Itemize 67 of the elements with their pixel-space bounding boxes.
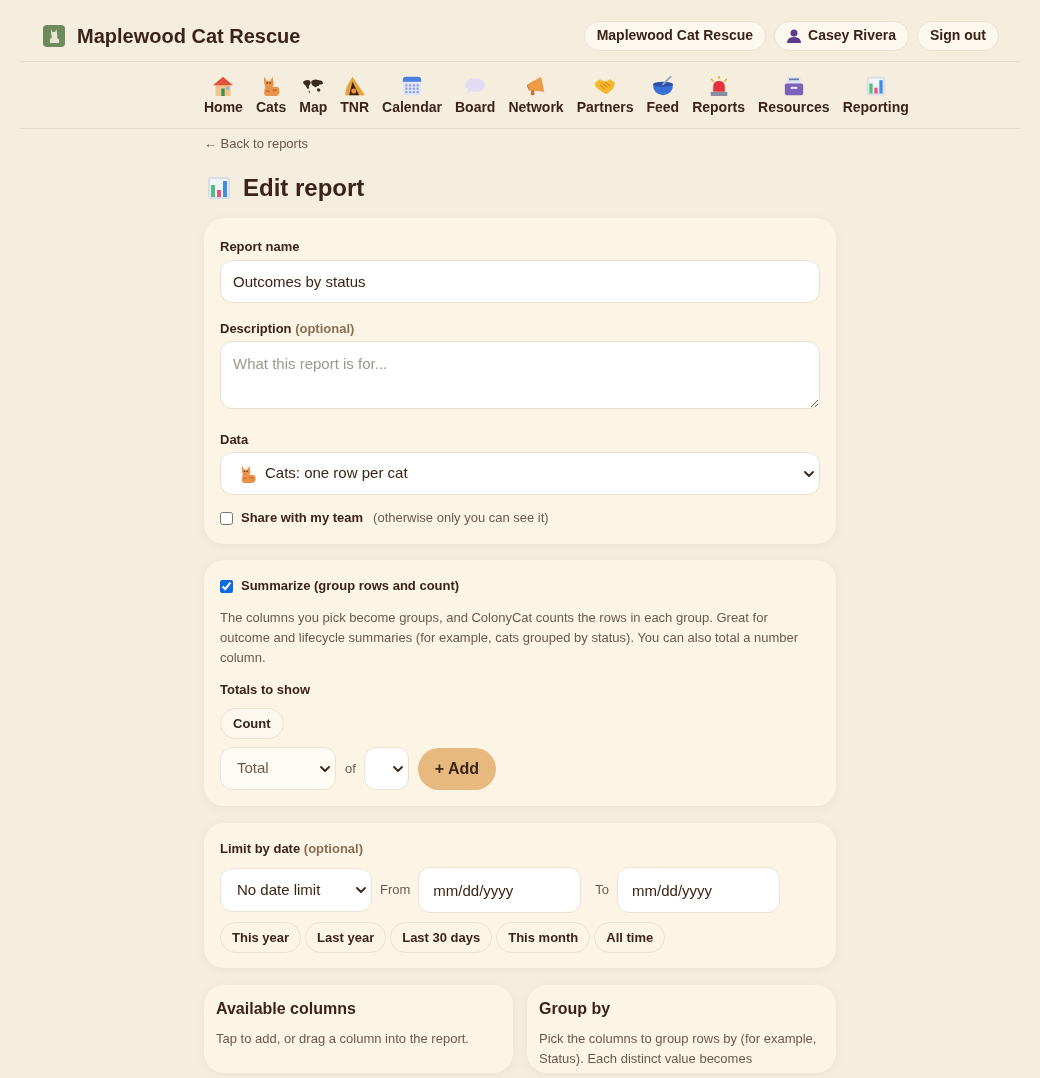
panel-description: Pick the columns to group rows by (for example, Status). Each distinct value becomes — [539, 1030, 818, 1068]
nav-item[interactable]: Home — [204, 75, 243, 117]
back-link[interactable]: ← Back to reports — [204, 136, 309, 151]
siren-icon — [708, 75, 729, 96]
cat-icon — [261, 75, 282, 96]
to-label: To — [595, 881, 610, 900]
bar-chart-icon — [865, 75, 886, 96]
panel-title: Available columns — [216, 999, 357, 1019]
date-preset-button[interactable]: All time — [594, 922, 666, 953]
house-icon — [213, 75, 234, 96]
date-preset-button[interactable]: This year — [220, 922, 302, 953]
nav-item[interactable]: Reporting — [842, 75, 909, 117]
summarize-label: Summarize (group rows and count) — [241, 577, 460, 595]
summary-explanation: The columns you pick become groups, and ColonyCat counts the rows in each group. Great for outcome and lifecycle summaries (for example, cats grouped by status). You can also total a number column. — [220, 609, 800, 667]
organization-button[interactable]: Maplewood Cat Rescue — [583, 20, 767, 51]
calendar-icon — [402, 75, 422, 96]
date-preset-button[interactable]: Last 30 days — [390, 922, 493, 953]
bowl-icon — [652, 75, 673, 96]
field-label: Description (optional) — [220, 320, 356, 338]
file-box-icon — [783, 75, 804, 96]
panel-description: Tap to add, or drag a column into the report. — [216, 1030, 470, 1048]
chevron-down-icon — [356, 887, 366, 893]
cat-logo-icon — [43, 24, 65, 47]
chevron-down-icon — [320, 765, 330, 772]
data-select[interactable]: Cats: one row per cat — [220, 452, 820, 495]
of-label: of — [345, 759, 356, 778]
site-title: Maplewood Cat Rescue — [77, 23, 301, 49]
panel-title: Group by — [539, 999, 612, 1019]
chevron-down-icon — [804, 470, 814, 477]
total-chip[interactable]: Count — [220, 708, 284, 739]
report-name-input[interactable]: Outcomes by status — [220, 260, 820, 303]
aggregate-select[interactable]: Total — [220, 747, 336, 790]
description-input[interactable]: What this report is for... — [220, 341, 820, 409]
user-button[interactable]: Casey Rivera — [774, 20, 909, 51]
summarize-checkbox[interactable] — [220, 579, 233, 593]
megaphone-icon — [526, 75, 547, 96]
sign-out-button[interactable]: Sign out — [917, 20, 999, 51]
nav-item[interactable]: Map — [299, 75, 328, 117]
from-label: From — [380, 881, 411, 900]
nav-item[interactable]: Feed — [646, 75, 680, 117]
nav-item[interactable]: Reports — [692, 75, 746, 117]
nav-item[interactable]: Cats — [255, 75, 287, 117]
field-label: Report name — [220, 238, 301, 256]
cat-icon — [239, 464, 257, 483]
share-checkbox[interactable] — [220, 511, 233, 525]
totals-label: Totals to show — [220, 681, 312, 699]
share-label: Share with my team — [241, 509, 364, 527]
nav-item[interactable]: Resources — [758, 75, 830, 117]
date-preset-button[interactable]: Last year — [305, 922, 387, 953]
page-title: Edit report — [243, 173, 365, 203]
date-range-select[interactable]: No date limit — [220, 868, 372, 912]
nav-item[interactable]: Partners — [576, 75, 634, 117]
add-button[interactable]: + Add — [417, 747, 497, 790]
tent-icon — [344, 75, 365, 96]
field-label: Data — [220, 431, 250, 449]
to-date-input[interactable]: mm/dd/yyyy — [617, 867, 781, 913]
date-preset-button[interactable]: This month — [496, 922, 591, 953]
nav-item[interactable]: TNR — [340, 75, 370, 117]
nav-item[interactable]: Network — [508, 75, 564, 117]
chevron-down-icon — [392, 765, 403, 772]
nav-item[interactable]: Board — [454, 75, 496, 117]
user-icon — [787, 28, 802, 43]
from-date-input[interactable]: mm/dd/yyyy — [418, 867, 582, 913]
bar-chart-icon — [207, 176, 231, 200]
field-label: Limit by date (optional) — [220, 840, 365, 858]
share-hint: (otherwise only you can see it) — [373, 509, 549, 527]
nav-item[interactable]: Calendar — [382, 75, 442, 117]
